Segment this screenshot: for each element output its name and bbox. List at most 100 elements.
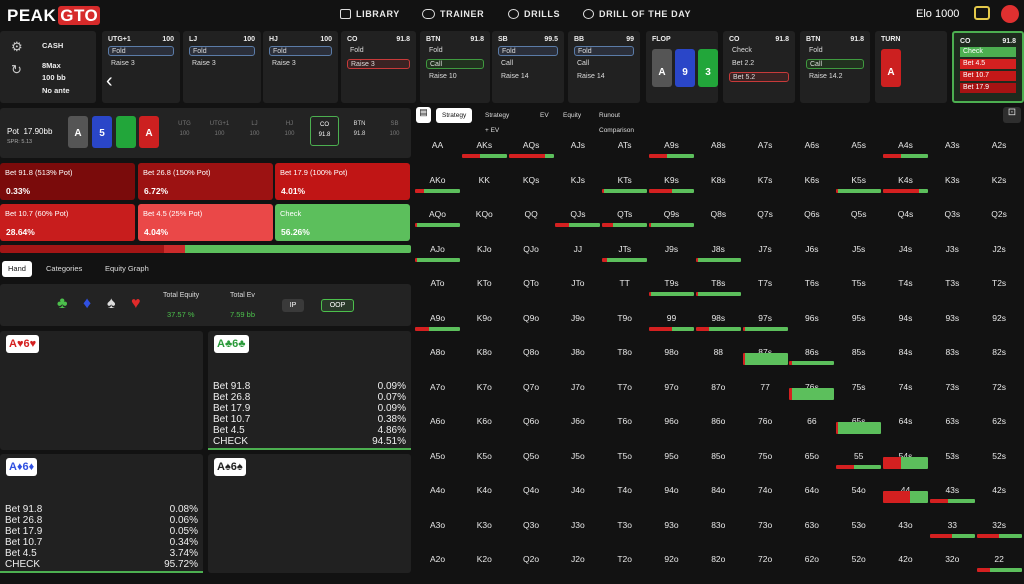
strategy-block-4[interactable]: Bet 4.5 (25% Pot) 4.04% [138, 204, 273, 241]
hand-cell[interactable]: A3s [930, 128, 975, 160]
hand-cell[interactable]: 63o [789, 508, 834, 540]
club-icon[interactable]: ♣ [57, 295, 68, 313]
hand-cell[interactable]: J8o [555, 335, 600, 367]
hand-cell[interactable]: T8o [602, 335, 647, 367]
hand-cell[interactable]: AKo [415, 163, 460, 195]
hand-cell[interactable]: Q8s [696, 197, 741, 229]
hand-cell[interactable]: Q3s [930, 197, 975, 229]
action-card-6[interactable]: BB 99 Fold Call Raise 14 [568, 31, 640, 103]
seat-lj[interactable]: LJ 100 [240, 116, 269, 146]
hand-cell[interactable]: A4o [415, 473, 460, 505]
action-a3[interactable]: Bet 5.2 [729, 72, 789, 82]
hand-cell[interactable]: Q6s [789, 197, 834, 229]
hand-cell[interactable]: K6o [462, 404, 507, 436]
spade-icon[interactable]: ♠ [107, 295, 116, 313]
hand-box-0[interactable]: A♥6♥ [0, 331, 203, 450]
hand-cell[interactable]: 82s [977, 335, 1022, 367]
hand-cell[interactable]: 94o [649, 473, 694, 505]
hand-cell[interactable]: J5o [555, 439, 600, 471]
strategy-block-3[interactable]: Bet 10.7 (60% Pot) 28.64% [0, 204, 135, 241]
hand-cell[interactable]: 82o [696, 542, 741, 574]
hand-cell[interactable]: 92s [977, 301, 1022, 333]
hand-cell[interactable]: 94s [883, 301, 928, 333]
hand-cell[interactable]: J2s [977, 232, 1022, 264]
hand-cell[interactable]: 77 [743, 370, 788, 402]
action-a3[interactable]: Raise 14 [574, 72, 634, 82]
action-a2[interactable]: Call [574, 59, 634, 69]
hand-cell[interactable]: 92o [649, 542, 694, 574]
hand-cell[interactable]: T6o [602, 404, 647, 436]
hand-cell[interactable]: A2o [415, 542, 460, 574]
table-icon[interactable]: ▤ [416, 107, 431, 123]
heart-icon[interactable]: ♥ [131, 295, 141, 313]
hand-cell[interactable]: 55 [836, 439, 882, 471]
hand-cell[interactable]: 66 [789, 404, 834, 436]
hand-cell[interactable]: T4o [602, 473, 647, 505]
hand-cell[interactable]: 65s [836, 404, 882, 436]
action-a2[interactable]: Call [498, 59, 558, 69]
hand-cell[interactable]: 93o [649, 508, 694, 540]
hand-cell[interactable]: A2s [977, 128, 1022, 160]
action-a2[interactable]: Call [806, 59, 864, 69]
action-a1[interactable]: Check [729, 46, 789, 56]
hand-cell[interactable]: T5s [836, 266, 881, 298]
hand-cell[interactable]: Q5o [509, 439, 554, 471]
hand-cell[interactable]: JTo [555, 266, 600, 298]
hand-cell[interactable]: J7s [743, 232, 788, 264]
hand-cell[interactable]: QTo [509, 266, 554, 298]
diamond-icon[interactable]: ♦ [83, 295, 91, 313]
hand-cell[interactable]: 85s [836, 335, 881, 367]
game-settings[interactable]: ⚙ ↻ CASH 8Max 100 bb No ante [0, 31, 96, 103]
hand-cell[interactable]: J4s [883, 232, 928, 264]
strategy-block-1[interactable]: Bet 26.8 (150% Pot) 6.72% [138, 163, 273, 200]
nav-drills[interactable]: DRILLS [508, 9, 560, 19]
nav-drill-of-the-day[interactable]: DRILL OF THE DAY [583, 9, 691, 19]
hand-cell[interactable]: 93s [930, 301, 975, 333]
hand-cell[interactable]: J5s [836, 232, 881, 264]
hand-cell[interactable]: J3o [555, 508, 600, 540]
hand-cell[interactable]: 98o [649, 335, 694, 367]
action-a3[interactable]: Raise 10 [426, 72, 484, 82]
hand-cell[interactable]: 84o [696, 473, 741, 505]
action-a1[interactable]: Fold [806, 46, 864, 56]
hand-cell[interactable]: 33 [929, 508, 975, 540]
hand-cell[interactable]: A8s [696, 128, 741, 160]
hand-cell[interactable]: T2o [602, 542, 647, 574]
hand-cell[interactable]: J3s [930, 232, 975, 264]
hand-cell[interactable]: AQs [508, 128, 554, 160]
hand-cell[interactable]: J8s [695, 232, 741, 264]
hand-cell[interactable]: T5o [602, 439, 647, 471]
action-card-3[interactable]: CO 91.8 Fold Raise 3 [341, 31, 416, 103]
hand-cell[interactable]: A5s [836, 128, 881, 160]
action-card-7[interactable]: FLOP A 9 3 [646, 31, 718, 103]
hand-cell[interactable]: KTo [462, 266, 507, 298]
hand-cell[interactable]: 75s [836, 370, 881, 402]
strategy-block-0[interactable]: Bet 91.8 (513% Pot) 0.33% [0, 163, 135, 200]
hand-cell[interactable]: AA [415, 128, 460, 160]
hand-cell[interactable]: J2o [555, 542, 600, 574]
hand-cell[interactable]: T3s [930, 266, 975, 298]
action-a1[interactable]: Fold [269, 46, 332, 56]
hand-cell[interactable]: KJo [462, 232, 507, 264]
hand-cell[interactable]: 22 [976, 542, 1022, 574]
hand-cell[interactable]: 52s [977, 439, 1022, 471]
hand-cell[interactable]: 52o [836, 542, 881, 574]
hand-cell[interactable]: AKs [461, 128, 507, 160]
action-a1[interactable]: Fold [574, 46, 634, 56]
hand-cell[interactable]: 53o [836, 508, 881, 540]
hand-cell[interactable]: AQo [415, 197, 460, 229]
action-a2[interactable]: Raise 3 [189, 59, 255, 69]
hand-cell[interactable]: 76s [789, 370, 835, 402]
oop-toggle[interactable]: OOP [321, 299, 354, 312]
tab-hand[interactable]: Hand [2, 261, 32, 277]
hand-cell[interactable]: QTs [602, 197, 648, 229]
hand-cell[interactable]: 99 [649, 301, 694, 333]
action-a3[interactable]: Raise 14.2 [806, 72, 864, 82]
hand-cell[interactable]: KK [462, 163, 507, 195]
action-card-2[interactable]: HJ 100 Fold Raise 3 [263, 31, 338, 103]
tab-strategy[interactable]: Strategy [436, 108, 473, 123]
seat-utg[interactable]: UTG 100 [170, 116, 199, 146]
hand-cell[interactable]: JTs [602, 232, 648, 264]
hand-cell[interactable]: T9o [602, 301, 647, 333]
seat-sb[interactable]: SB 100 [380, 116, 409, 146]
